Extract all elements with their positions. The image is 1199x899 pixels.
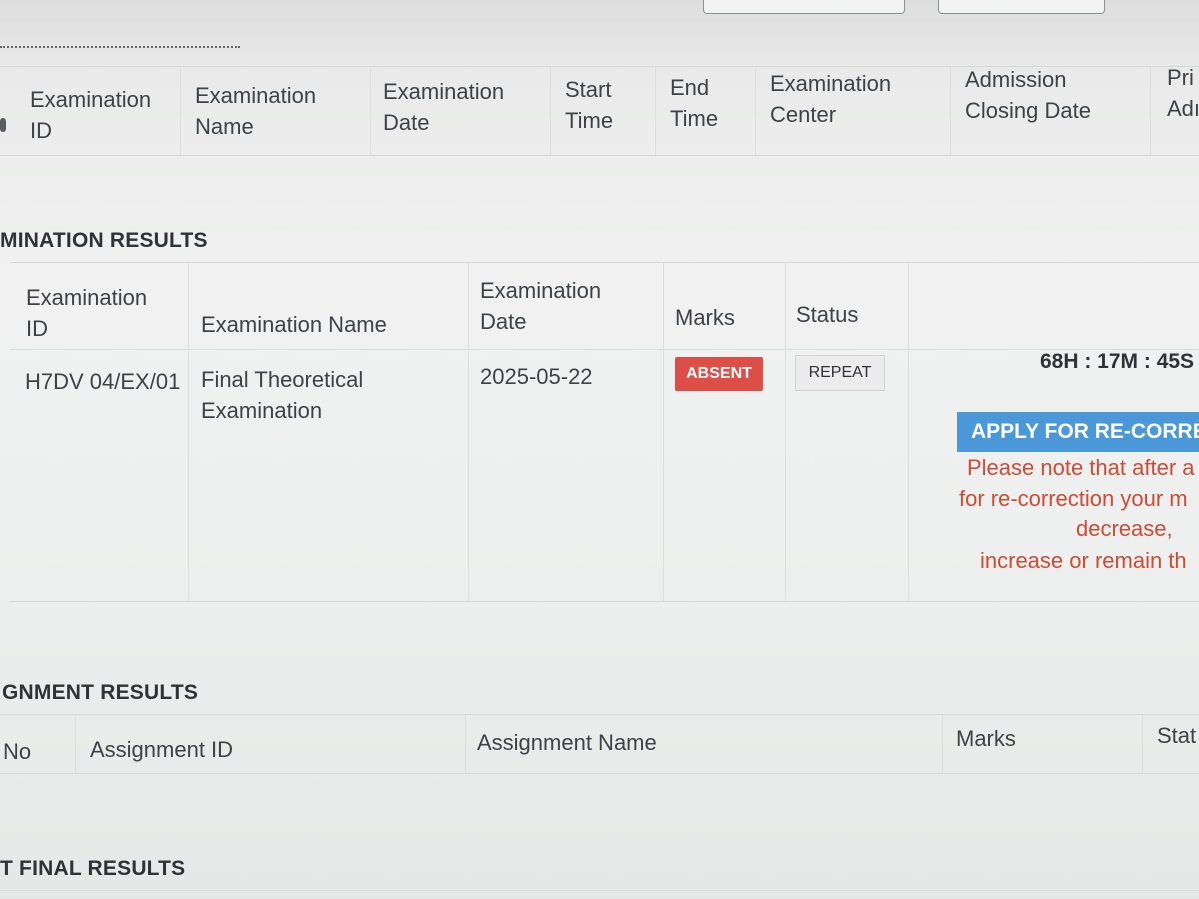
assignment-header-name: Assignment Name [477, 730, 657, 755]
results-header-status: Status [796, 302, 859, 327]
status-repeat-badge: REPEAT [795, 355, 885, 391]
col-header-end-time: End Time [670, 75, 719, 131]
col-header-exam-date: Examination Date [383, 79, 505, 135]
apply-recorrection-button[interactable]: APPLY FOR RE-CORRECTION [957, 412, 1199, 452]
result-exam-name: Final Theoretical Examination [201, 367, 364, 423]
col-header-admission-closing: Admission Closing Date [965, 67, 1091, 123]
col-header-exam-name: Examination Name [195, 83, 317, 139]
section-divider [0, 46, 240, 48]
final-results-divider [0, 890, 1199, 891]
results-header-exam-id: Examination ID [26, 285, 148, 341]
results-header-exam-date: Examination Date [480, 278, 602, 334]
results-header-exam-name: Examination Name [201, 312, 387, 337]
recorrection-countdown: 68H : 17M : 45S [1040, 350, 1195, 373]
recorrection-note-line-1: Please note that after a [967, 455, 1195, 480]
col-header-print-admission: Pri Adı [1167, 65, 1199, 121]
top-button-left[interactable] [703, 0, 905, 14]
assignment-header-no: No [3, 739, 32, 764]
result-exam-id: H7DV 04/EX/01 [25, 369, 181, 394]
col-header-start-time: Start Time [565, 77, 614, 133]
col-header-exam-id: Examination ID [30, 87, 152, 143]
assignment-header-status: Stat [1157, 723, 1197, 748]
assignment-header-marks: Marks [956, 726, 1016, 751]
recorrection-note-line-2: for re-correction your m [959, 486, 1188, 511]
recorrection-note-line-4: increase or remain th [980, 548, 1187, 573]
assignment-header-id: Assignment ID [90, 737, 234, 762]
col-header-exam-center: Examination Center [770, 71, 892, 127]
top-button-right[interactable] [938, 0, 1105, 14]
marks-absent-badge: ABSENT [675, 357, 763, 391]
final-results-heading: T FINAL RESULTS [0, 857, 186, 880]
recorrection-note-line-3: decrease, [1076, 516, 1173, 541]
bullet-dot [0, 118, 6, 132]
assignment-results-heading: GNMENT RESULTS [2, 681, 199, 704]
exam-results-heading: MINATION RESULTS [0, 229, 208, 252]
results-header-marks: Marks [675, 305, 735, 330]
result-exam-date: 2025-05-22 [480, 364, 593, 389]
